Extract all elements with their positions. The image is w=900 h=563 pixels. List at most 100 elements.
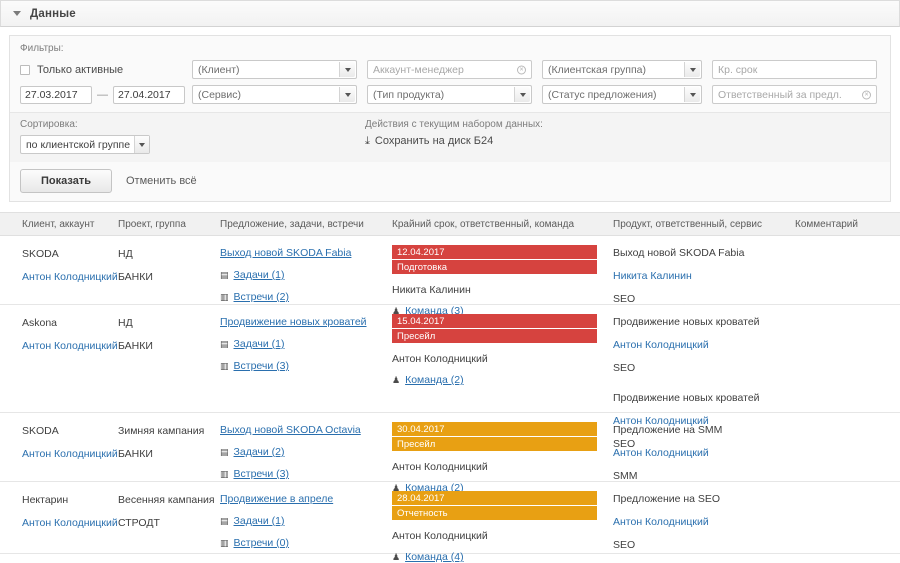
group-name: БАНКИ <box>118 448 204 460</box>
checkbox-box[interactable] <box>20 65 30 75</box>
meetings-link-row[interactable]: ▥ Встречи (2) <box>220 291 351 303</box>
show-button[interactable]: Показать <box>20 169 112 193</box>
product-person[interactable]: Антон Колодницкий <box>613 447 722 459</box>
product-type-select[interactable]: (Тип продукта) <box>367 85 532 104</box>
column-header-deadline: Крайний срок, ответственный, команда <box>392 219 574 230</box>
service-select[interactable]: (Сервис) <box>192 85 357 104</box>
chevron-down-icon[interactable] <box>684 87 700 102</box>
filter-row-1: Только активные (Клиент) Аккаунт-менедже… <box>20 60 880 79</box>
client-group-select[interactable]: (Клиентская группа) <box>542 60 702 79</box>
client-group-value: (Клиентская группа) <box>548 64 646 76</box>
chevron-down-icon[interactable] <box>339 62 355 77</box>
meetings-link-row[interactable]: ▥Встречи (0) <box>220 537 333 549</box>
calendar-icon: ▥ <box>220 470 229 479</box>
only-active-label: Только активные <box>37 64 123 76</box>
tasks-link-row[interactable]: ▤Задачи (1) <box>220 515 333 527</box>
app-page: Данные Фильтры: Только активные (Клиент) <box>0 0 900 504</box>
chevron-down-icon[interactable] <box>684 62 700 77</box>
tasks-link[interactable]: Задачи (1) <box>234 515 285 527</box>
project-name: НД <box>118 248 153 260</box>
team-link-row[interactable]: ♟Команда (2) <box>392 374 597 386</box>
cell-offer: Выход новой SKODA Octavia ▤Задачи (2) ▥ Вст… <box>220 424 361 480</box>
clear-circle-icon[interactable]: × <box>517 65 526 74</box>
service-select-value: (Сервис) <box>198 89 241 101</box>
save-to-disk-link[interactable]: ⤓ Сохранить на диск Б24 <box>365 135 543 147</box>
cell-offer: Выход новой SKODA Fabia ▤ Задачи (1) ▥ Встре… <box>220 247 351 303</box>
team-icon: ♟ <box>392 553 400 562</box>
actions-label: Действия с текущим набором данных: <box>365 119 543 130</box>
meetings-link-row[interactable]: ▥ Встречи (3) <box>220 468 361 480</box>
table-body: SKODAАнтон КолодницкийНДБАНКИВыход новой… <box>0 236 900 554</box>
tasks-link-row[interactable]: ▤Задачи (2) <box>220 446 361 458</box>
offer-link[interactable]: Продвижение в апреле <box>220 493 333 505</box>
tasks-link-row[interactable]: ▤ Задачи (1) <box>220 269 351 281</box>
offer-responsible-placeholder: Ответственный за предл. <box>718 89 842 101</box>
cell-products: Выход новой SKODA FabiaНикита КалининSEO <box>613 247 744 305</box>
tasks-icon: ▤ <box>220 271 229 280</box>
offer-link[interactable]: Продвижение новых кроватей <box>220 316 367 328</box>
account-manager-input[interactable]: Аккаунт-менеджер × <box>367 60 532 79</box>
cell-products: Предложение на SMMАнтон КолодницкийSMM <box>613 424 722 482</box>
offer-status-select[interactable]: (Статус предложения) <box>542 85 702 104</box>
account-name[interactable]: Антон Колодницкий <box>22 448 118 460</box>
account-name[interactable]: Антон Колодницкий <box>22 517 118 529</box>
caret-down-icon[interactable] <box>13 11 21 16</box>
status-badge: Подготовка <box>392 260 597 274</box>
project-name: НД <box>118 317 153 329</box>
sorting-label: Сортировка: <box>20 119 365 130</box>
account-name[interactable]: Антон Колодницкий <box>22 271 118 283</box>
product-block: Предложение на SMMАнтон КолодницкийSMM <box>613 424 722 482</box>
tasks-link[interactable]: Задачи (2) <box>234 446 285 458</box>
meetings-link[interactable]: Встречи (3) <box>234 468 289 480</box>
filters-label: Фильтры: <box>20 43 880 54</box>
status-badge: Пресейл <box>392 437 597 451</box>
team-link-row[interactable]: ♟ Команда (4) <box>392 551 597 563</box>
cell-project: НД БАНКИ <box>118 317 153 352</box>
table-row: SKODAАнтон КолодницкийНДБАНКИВыход новой… <box>0 236 900 305</box>
team-link[interactable]: Команда (2) <box>405 374 464 386</box>
column-header-offer: Предложение, задачи, встречи <box>220 219 364 230</box>
panel-header[interactable]: Данные <box>0 0 900 27</box>
team-link[interactable]: Команда (4) <box>405 551 464 563</box>
calendar-icon: ▥ <box>220 293 229 302</box>
deadline-badge: 15.04.2017 <box>392 314 597 328</box>
project-name: Весенняя кампания <box>118 494 215 506</box>
cell-project: Зимняя кампания БАНКИ <box>118 425 204 460</box>
cancel-all-button[interactable]: Отменить всё <box>126 175 197 187</box>
deadline-badge: 12.04.2017 <box>392 245 597 259</box>
offer-status-value: (Статус предложения) <box>548 89 657 101</box>
only-active-checkbox[interactable]: Только активные <box>20 64 192 76</box>
sorting-select[interactable]: по клиентской группе <box>20 135 150 154</box>
tasks-link[interactable]: Задачи (1) <box>234 338 285 350</box>
client-select[interactable]: (Клиент) <box>192 60 357 79</box>
tasks-link[interactable]: Задачи (1) <box>234 269 285 281</box>
meetings-link[interactable]: Встречи (2) <box>234 291 289 303</box>
meetings-link[interactable]: Встречи (3) <box>234 360 289 372</box>
deadline-badge: 30.04.2017 <box>392 422 597 436</box>
account-name[interactable]: Антон Колодницкий <box>22 340 118 352</box>
chevron-down-icon[interactable] <box>339 87 355 102</box>
chevron-down-icon[interactable] <box>134 136 149 153</box>
offer-responsible-input[interactable]: Ответственный за предл. × <box>712 85 877 104</box>
product-person[interactable]: Антон Колодницкий <box>613 516 720 528</box>
clear-circle-icon[interactable]: × <box>862 90 871 99</box>
product-person[interactable]: Никита Калинин <box>613 270 744 282</box>
chevron-down-icon[interactable] <box>514 87 530 102</box>
tasks-link-row[interactable]: ▤Задачи (1) <box>220 338 367 350</box>
group-name: БАНКИ <box>118 340 153 352</box>
cell-offer: Продвижение в апреле ▤Задачи (1) ▥Встречи … <box>220 493 333 549</box>
offer-link[interactable]: Выход новой SKODA Octavia <box>220 424 361 436</box>
meetings-link-row[interactable]: ▥Встречи (3) <box>220 360 367 372</box>
date-range[interactable]: 27.03.2017 — 27.04.2017 <box>20 86 192 104</box>
cell-products: Предложение на SEOАнтон КолодницкийSEO <box>613 493 720 551</box>
deadline-input[interactable]: Кр. срок <box>712 60 877 79</box>
offer-link[interactable]: Выход новой SKODA Fabia <box>220 247 351 259</box>
date-from-input[interactable]: 27.03.2017 <box>20 86 92 104</box>
meetings-link[interactable]: Встречи (0) <box>234 537 289 549</box>
responsible-name: Антон Колодницкий <box>392 353 597 365</box>
responsible-name: Антон Колодницкий <box>392 461 597 473</box>
date-to-input[interactable]: 27.04.2017 <box>113 86 185 104</box>
product-person[interactable]: Антон Колодницкий <box>613 339 760 351</box>
project-name: Зимняя кампания <box>118 425 204 437</box>
product-title: Продвижение новых кроватей <box>613 316 760 328</box>
